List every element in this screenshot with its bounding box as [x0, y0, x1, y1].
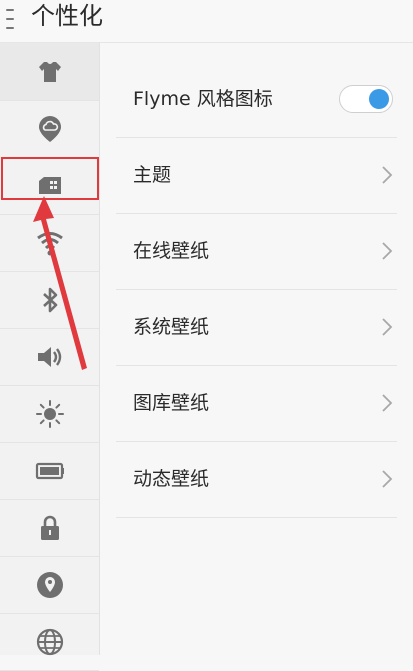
location-icon — [36, 571, 63, 598]
chevron-right-icon — [382, 166, 393, 184]
row-label: 在线壁纸 — [133, 240, 210, 262]
row-label: 动态壁纸 — [133, 468, 210, 490]
settings-row-gallery-wallpaper[interactable]: 图库壁纸 — [116, 365, 397, 442]
brightness-icon — [35, 399, 64, 428]
sidebar-item-cloud[interactable] — [0, 100, 99, 158]
chevron-right-icon — [382, 242, 393, 260]
sidebar-item-battery[interactable] — [0, 442, 99, 500]
menu-icon[interactable] — [6, 9, 16, 29]
toggle-knob — [369, 89, 389, 109]
row-label: 图库壁纸 — [133, 392, 210, 414]
row-label: 主题 — [133, 164, 172, 186]
sidebar-item-brightness[interactable] — [0, 385, 99, 443]
sidebar-item-location[interactable] — [0, 556, 99, 614]
shirt-icon — [38, 61, 61, 82]
annotation-arrow — [33, 196, 87, 370]
settings-row-theme[interactable]: 主题 — [116, 137, 397, 214]
row-label: 系统壁纸 — [133, 316, 210, 338]
lock-icon — [40, 515, 59, 540]
settings-panel: Flyme 风格图标 主题 在线壁纸 系统壁纸 图库壁纸 动态壁纸 — [100, 43, 413, 655]
battery-icon — [35, 462, 64, 479]
page-title: 个性化 — [31, 2, 103, 30]
chevron-right-icon — [382, 394, 393, 412]
sidebar-item-personalization[interactable] — [0, 43, 99, 101]
settings-row-flyme-icons[interactable]: Flyme 风格图标 — [116, 61, 397, 138]
settings-row-live-wallpaper[interactable]: 动态壁纸 — [116, 441, 397, 518]
globe-icon — [36, 628, 63, 655]
sidebar-item-language[interactable] — [0, 613, 99, 671]
settings-row-online-wallpaper[interactable]: 在线壁纸 — [116, 213, 397, 290]
row-label: Flyme 风格图标 — [133, 88, 273, 110]
header-bar: 个性化 — [0, 0, 413, 43]
settings-row-system-wallpaper[interactable]: 系统壁纸 — [116, 289, 397, 366]
chevron-right-icon — [382, 318, 393, 336]
cloud-pin-icon — [38, 115, 61, 142]
sidebar-item-security[interactable] — [0, 499, 99, 557]
flyme-icon-toggle[interactable] — [339, 85, 393, 113]
chevron-right-icon — [382, 470, 393, 488]
